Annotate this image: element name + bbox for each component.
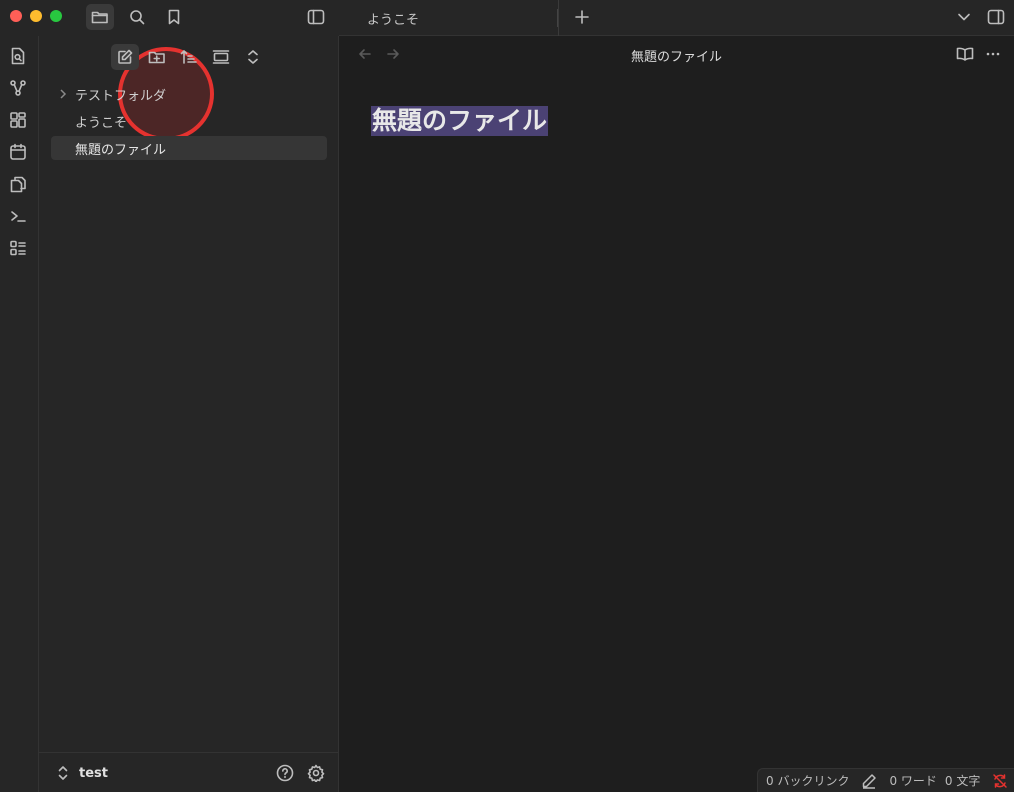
files-tab-button[interactable] [86, 4, 114, 30]
graph-view-button[interactable] [3, 74, 33, 102]
book-open-icon [956, 47, 974, 61]
tree-file-untitled[interactable]: 無題のファイル [51, 136, 327, 160]
view-header: 無題のファイル [339, 36, 1014, 72]
new-tab-button[interactable] [568, 4, 596, 30]
ribbon [0, 36, 39, 792]
sidebar-footer: test [39, 752, 339, 792]
bookmarks-tab-button[interactable] [160, 4, 188, 30]
search-tab-button[interactable] [123, 4, 151, 30]
canvas-button[interactable] [3, 106, 33, 134]
chevron-right-icon [60, 89, 67, 99]
help-button[interactable] [271, 760, 299, 786]
tab-label: ようこそ [367, 12, 420, 28]
tree-item-label: テストフォルダ [75, 88, 167, 104]
sort-button[interactable] [175, 44, 203, 70]
new-note-button[interactable] [111, 44, 139, 70]
editor-pane: 無題のファイル 無題のファイル 0 バックリンク 0 ワード 0 文字 [339, 36, 1014, 792]
terminal-button[interactable] [3, 202, 33, 230]
settings-button[interactable] [302, 760, 330, 786]
more-options-button[interactable] [979, 41, 1007, 67]
new-folder-button[interactable] [143, 44, 171, 70]
pencil-icon[interactable] [861, 773, 877, 789]
tree-folder-test[interactable]: テストフォルダ [51, 82, 327, 106]
backlinks-count[interactable]: 0 バックリンク [766, 772, 849, 789]
tab-list-button[interactable] [950, 4, 978, 30]
new-note-icon [118, 49, 133, 64]
expand-collapse-icon [248, 50, 258, 64]
vault-name[interactable]: test [79, 766, 108, 781]
tree-item-label: ようこそ [75, 115, 128, 131]
file-explorer-sidebar: テストフォルダ ようこそ 無題のファイル test [39, 36, 339, 792]
title-bar: ようこそ [0, 0, 1014, 36]
folder-icon [91, 11, 108, 24]
new-folder-icon [148, 51, 165, 64]
templates-button[interactable] [3, 170, 33, 198]
note-title-input[interactable]: 無題のファイル [371, 106, 549, 136]
quick-switcher-icon [11, 47, 25, 65]
toggle-right-sidebar-button[interactable] [982, 4, 1010, 30]
char-count: 0 文字 [944, 774, 981, 788]
chevron-updown-icon [58, 766, 68, 780]
vault-switcher-button[interactable] [49, 760, 77, 786]
calendar-icon [10, 143, 26, 160]
chevron-down-icon [958, 13, 970, 21]
canvas-icon [10, 112, 26, 128]
sort-icon [180, 50, 197, 64]
tab-welcome[interactable]: ようこそ [339, 0, 559, 36]
word-count: 0 ワード [889, 774, 937, 788]
search-icon [130, 10, 145, 25]
terminal-icon [11, 211, 26, 222]
tree-file-welcome[interactable]: ようこそ [51, 109, 327, 133]
tree-item-label: 無題のファイル [75, 142, 167, 158]
daily-note-button[interactable] [3, 138, 33, 166]
bookmark-icon [168, 9, 180, 25]
app-window: ようこそ テストフォルダ ようこそ 無題のファイル test 無題のファイル 無… [0, 0, 1014, 792]
help-icon [276, 764, 294, 782]
expand-collapse-all-button[interactable] [239, 44, 267, 70]
toggle-left-sidebar-button[interactable] [302, 4, 330, 30]
sync-disabled-icon[interactable] [992, 773, 1008, 789]
quick-switcher-button[interactable] [3, 42, 33, 70]
view-title[interactable]: 無題のファイル [339, 46, 1014, 65]
plus-icon [575, 10, 589, 24]
right-sidebar-icon [987, 9, 1005, 25]
graph-icon [10, 80, 26, 96]
change-view-button[interactable] [207, 44, 235, 70]
status-bar: 0 バックリンク 0 ワード 0 文字 [757, 768, 1014, 792]
zoom-window-button[interactable] [50, 10, 62, 22]
more-horizontal-icon [986, 52, 1000, 56]
close-window-button[interactable] [10, 10, 22, 22]
reading-view-button[interactable] [951, 41, 979, 67]
command-palette-icon [10, 240, 26, 256]
command-palette-button[interactable] [3, 234, 33, 262]
gear-icon [307, 764, 325, 782]
templates-icon [10, 176, 26, 193]
sidebar-toggle-icon [307, 9, 325, 25]
minimize-window-button[interactable] [30, 10, 42, 22]
collapse-view-icon [212, 50, 230, 64]
tab-divider [557, 9, 558, 27]
